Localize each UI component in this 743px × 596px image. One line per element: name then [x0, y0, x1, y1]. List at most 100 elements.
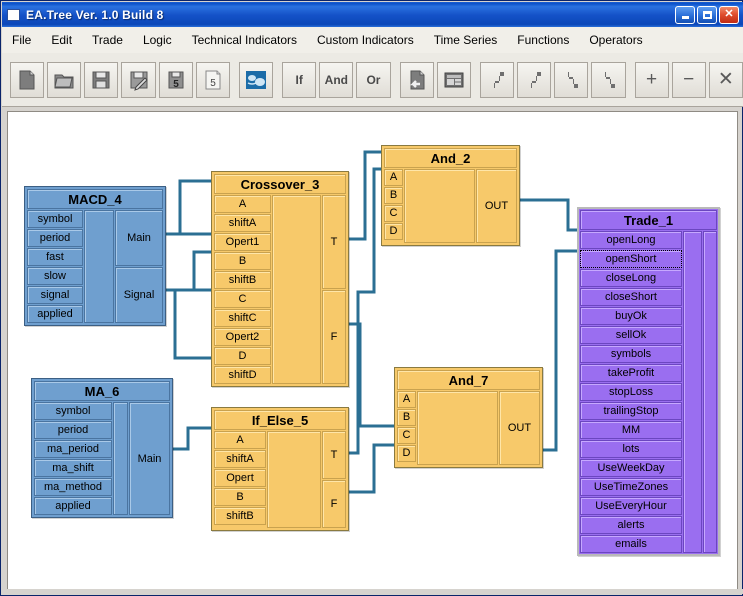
port-opert1[interactable]: Opert1 [214, 233, 271, 251]
port-mm[interactable]: MM [580, 421, 682, 439]
maximize-button[interactable] [697, 5, 717, 24]
port-ma-method[interactable]: ma_method [34, 478, 112, 496]
menu-item-time-series[interactable]: Time Series [425, 30, 507, 50]
port-slow[interactable]: slow [27, 267, 83, 285]
out-port-f[interactable]: F [322, 290, 346, 384]
toolbar-return-doc-icon[interactable] [399, 61, 434, 98]
out-port-main[interactable]: Main [115, 210, 163, 266]
menu-item-technical-indicators[interactable]: Technical Indicators [183, 30, 306, 50]
port-ma-period[interactable]: ma_period [34, 440, 112, 458]
port-d[interactable]: D [214, 347, 271, 365]
port-b[interactable]: B [397, 409, 416, 426]
node-and-7[interactable]: And_7 A B C D OUT [394, 367, 543, 468]
port-trailingstop[interactable]: trailingStop [580, 402, 682, 420]
menu-item-functions[interactable]: Functions [508, 30, 578, 50]
menu-item-logic[interactable]: Logic [134, 30, 181, 50]
toolbar-step-up2-icon[interactable] [517, 61, 552, 98]
port-usetimezones[interactable]: UseTimeZones [580, 478, 682, 496]
port-shiftb[interactable]: shiftB [214, 507, 266, 525]
node-macd-4[interactable]: MACD_4 symbol period fast slow signal ap… [24, 186, 166, 326]
port-opert2[interactable]: Opert2 [214, 328, 271, 346]
port-a[interactable]: A [214, 195, 271, 213]
menu-item-edit[interactable]: Edit [42, 30, 81, 50]
out-port-out[interactable]: OUT [476, 169, 517, 243]
port-lots[interactable]: lots [580, 440, 682, 458]
out-port-t[interactable]: T [322, 195, 346, 289]
minimize-button[interactable] [675, 5, 695, 24]
node-and-2[interactable]: And_2 A B C D OUT [381, 145, 520, 246]
out-port-out[interactable]: OUT [499, 391, 540, 465]
port-buyok[interactable]: buyOk [580, 307, 682, 325]
menu-item-operators[interactable]: Operators [580, 30, 651, 50]
out-port-t[interactable]: T [322, 431, 346, 479]
toolbar-minus-icon[interactable]: − [671, 61, 706, 98]
port-applied[interactable]: applied [27, 305, 83, 323]
port-openlong[interactable]: openLong [580, 231, 682, 249]
toolbar-plus-icon[interactable]: + [634, 61, 669, 98]
out-port-signal[interactable]: Signal [115, 267, 163, 323]
toolbar-save-5-icon[interactable]: 5 [158, 61, 193, 98]
toolbar-step-down2-icon[interactable] [591, 61, 626, 98]
diagram-canvas[interactable]: MACD_4 symbol period fast slow signal ap… [7, 111, 738, 590]
toolbar-globe-icon[interactable] [238, 61, 274, 98]
node-ma-6[interactable]: MA_6 symbol period ma_period ma_shift ma… [31, 378, 173, 518]
toolbar-delete-x-icon[interactable]: ✕ [708, 61, 743, 98]
node-crossover-3[interactable]: Crossover_3 A shiftA Opert1 B shiftB C s… [211, 171, 349, 387]
port-a[interactable]: A [214, 431, 266, 449]
toolbar-and-icon[interactable]: And [319, 61, 354, 98]
port-symbols[interactable]: symbols [580, 345, 682, 363]
node-if-else-5[interactable]: If_Else_5 A shiftA Opert B shiftB T F [211, 407, 349, 531]
port-b[interactable]: B [214, 252, 271, 270]
port-signal[interactable]: signal [27, 286, 83, 304]
port-applied[interactable]: applied [34, 497, 112, 515]
port-takeprofit[interactable]: takeProfit [580, 364, 682, 382]
close-button[interactable]: ✕ [719, 5, 739, 24]
toolbar-new-file-icon[interactable] [10, 61, 45, 98]
port-closeshort[interactable]: closeShort [580, 288, 682, 306]
toolbar-page-5-icon[interactable]: 5 [195, 61, 230, 98]
toolbar-step-down-icon[interactable] [554, 61, 589, 98]
port-alerts[interactable]: alerts [580, 516, 682, 534]
port-sellok[interactable]: sellOk [580, 326, 682, 344]
port-fast[interactable]: fast [27, 248, 83, 266]
port-opert[interactable]: Opert [214, 469, 266, 487]
port-shiftb[interactable]: shiftB [214, 271, 271, 289]
port-stoploss[interactable]: stopLoss [580, 383, 682, 401]
port-shiftc[interactable]: shiftC [214, 309, 271, 327]
port-d[interactable]: D [384, 223, 403, 240]
port-period[interactable]: period [34, 421, 112, 439]
toolbar-table-icon[interactable] [436, 61, 471, 98]
node-trade-1[interactable]: Trade_1 openLong openShort closeLong clo… [577, 207, 720, 556]
out-port-main[interactable]: Main [129, 402, 170, 515]
port-emails[interactable]: emails [580, 535, 682, 553]
toolbar-save-icon[interactable] [84, 61, 119, 98]
port-period[interactable]: period [27, 229, 83, 247]
port-shiftd[interactable]: shiftD [214, 366, 271, 384]
port-shifta[interactable]: shiftA [214, 450, 266, 468]
toolbar-or-icon[interactable]: Or [356, 61, 391, 98]
out-port-f[interactable]: F [322, 480, 346, 528]
port-c[interactable]: C [214, 290, 271, 308]
toolbar-open-folder-icon[interactable] [47, 61, 82, 98]
port-b[interactable]: B [384, 187, 403, 204]
port-a[interactable]: A [397, 391, 416, 408]
port-c[interactable]: C [397, 427, 416, 444]
port-symbol[interactable]: symbol [34, 402, 112, 420]
port-a[interactable]: A [384, 169, 403, 186]
port-c[interactable]: C [384, 205, 403, 222]
toolbar-if-icon[interactable]: If [282, 61, 317, 98]
port-ma-shift[interactable]: ma_shift [34, 459, 112, 477]
menu-item-custom-indicators[interactable]: Custom Indicators [308, 30, 423, 50]
port-b[interactable]: B [214, 488, 266, 506]
port-symbol[interactable]: symbol [27, 210, 83, 228]
toolbar-step-up-icon[interactable] [479, 61, 515, 98]
port-closelong[interactable]: closeLong [580, 269, 682, 287]
toolbar-save-as-icon[interactable] [121, 61, 156, 98]
port-useweekday[interactable]: UseWeekDay [580, 459, 682, 477]
port-d[interactable]: D [397, 445, 416, 462]
port-shifta[interactable]: shiftA [214, 214, 271, 232]
port-useeveryhour[interactable]: UseEveryHour [580, 497, 682, 515]
menu-item-file[interactable]: File [3, 30, 40, 50]
port-openshort[interactable]: openShort [580, 250, 682, 268]
menu-item-trade[interactable]: Trade [83, 30, 132, 50]
